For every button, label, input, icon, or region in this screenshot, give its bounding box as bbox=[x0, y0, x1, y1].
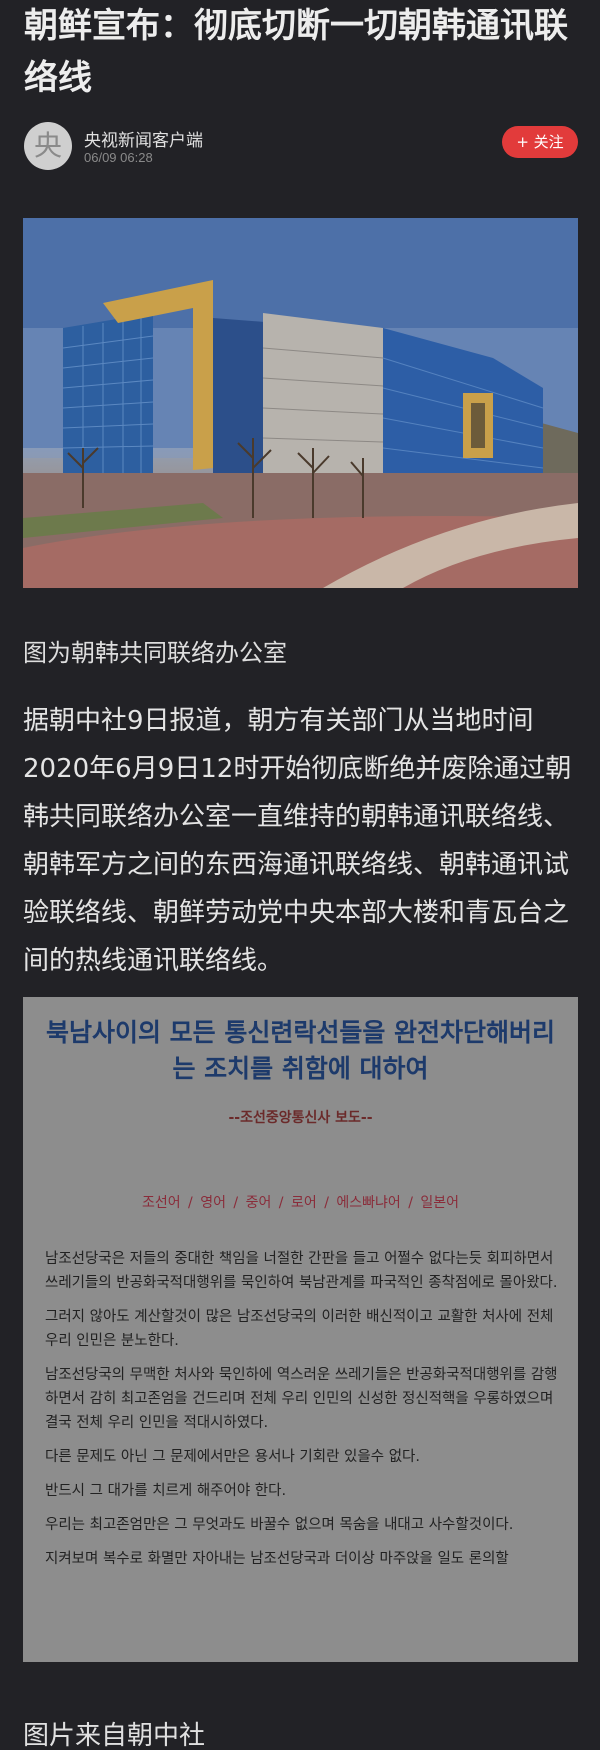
document-paragraph: 다른 문제도 아닌 그 문제에서만은 용서나 기회란 있을수 없다. bbox=[45, 1449, 420, 1465]
avatar[interactable]: 央 bbox=[24, 122, 72, 170]
document-paragraph: 그러지 않아도 계산할것이 많은 남조선당국의 이러한 배신적이고 교활한 처사… bbox=[45, 1309, 554, 1349]
article-paragraph: 据朝中社9日报道，朝方有关部门从当地时间2020年6月9日12时开始彻底断绝并废… bbox=[23, 706, 572, 976]
language-link[interactable]: 중어 bbox=[243, 1195, 275, 1211]
document-body: 남조선당국은 저들의 중대한 책임을 너절한 간판을 들고 어쩔수 없다는듯 회… bbox=[45, 1247, 560, 1575]
language-link[interactable]: 조선어 bbox=[139, 1195, 184, 1211]
image-source: 图片来自朝中社 bbox=[23, 1721, 206, 1750]
language-link[interactable]: 에스빠냐어 bbox=[333, 1195, 403, 1211]
language-link[interactable]: 일본어 bbox=[417, 1195, 462, 1211]
language-link[interactable]: 로어 bbox=[288, 1195, 320, 1211]
language-links: 조선어 / 영어 / 중어 / 로어 / 에스빠냐어 / 일본어 bbox=[23, 1192, 578, 1212]
article-title: 朝鲜宣布：彻底切断一切朝韩通讯联络线 bbox=[24, 6, 568, 98]
document-subtitle: --조선중앙통신사 보도-- bbox=[228, 1110, 373, 1126]
author-name[interactable]: 央视新闻客户端 bbox=[84, 126, 203, 151]
follow-button[interactable]: + 关注 bbox=[502, 126, 578, 158]
language-link[interactable]: 영어 bbox=[197, 1195, 229, 1211]
document-paragraph: 우리는 최고존엄만은 그 무엇과도 바꿀수 없으며 목숨을 내대고 사수할것이다… bbox=[45, 1517, 514, 1533]
document-paragraph: 반드시 그 대가를 치르게 해주어야 한다. bbox=[45, 1483, 287, 1499]
document-title: 북남사이의 모든 통신련락선들을 완전차단해버리는 조치를 취함에 대하여 bbox=[45, 1018, 556, 1083]
document-paragraph: 지켜보며 복수로 화멸만 자아내는 남조선당국과 더이상 마주앉을 일도 론의할 bbox=[45, 1551, 509, 1565]
author-row: 央 央视新闻客户端 06/09 06:28 + 关注 bbox=[24, 122, 578, 172]
kcna-document-image[interactable]: 북남사이의 모든 통신련락선들을 완전차단해버리는 조치를 취함에 대하여 --… bbox=[23, 997, 578, 1662]
photo-caption: 图为朝韩共同联络办公室 bbox=[23, 639, 287, 667]
publish-time: 06/09 06:28 bbox=[84, 150, 153, 165]
article-photo[interactable] bbox=[23, 218, 578, 588]
document-paragraph: 남조선당국은 저들의 중대한 책임을 너절한 간판을 들고 어쩔수 없다는듯 회… bbox=[45, 1251, 558, 1291]
document-paragraph: 남조선당국의 무맥한 처사와 묵인하에 역스러운 쓰레기들은 반공화국적대행위를… bbox=[45, 1367, 558, 1431]
office-building-image bbox=[23, 218, 578, 588]
